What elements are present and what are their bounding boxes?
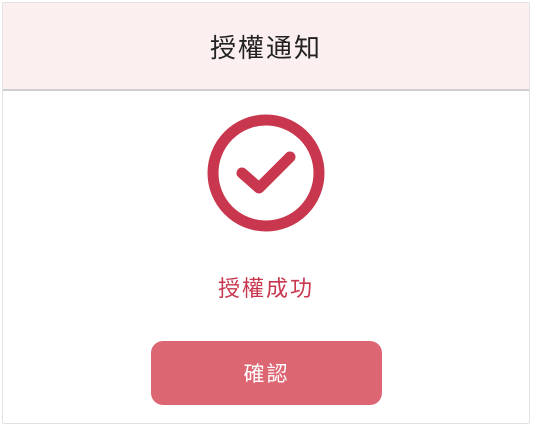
status-text: 授權成功: [217, 277, 314, 302]
authorization-dialog: 授權通知 授權成功 確認: [2, 2, 530, 424]
confirm-button[interactable]: 確認: [151, 341, 382, 405]
check-circle-icon: [207, 114, 325, 232]
dialog-header: 授權通知: [3, 3, 529, 91]
confirm-button-label: 確認: [243, 362, 290, 386]
dialog-title: 授權通知: [209, 33, 322, 64]
